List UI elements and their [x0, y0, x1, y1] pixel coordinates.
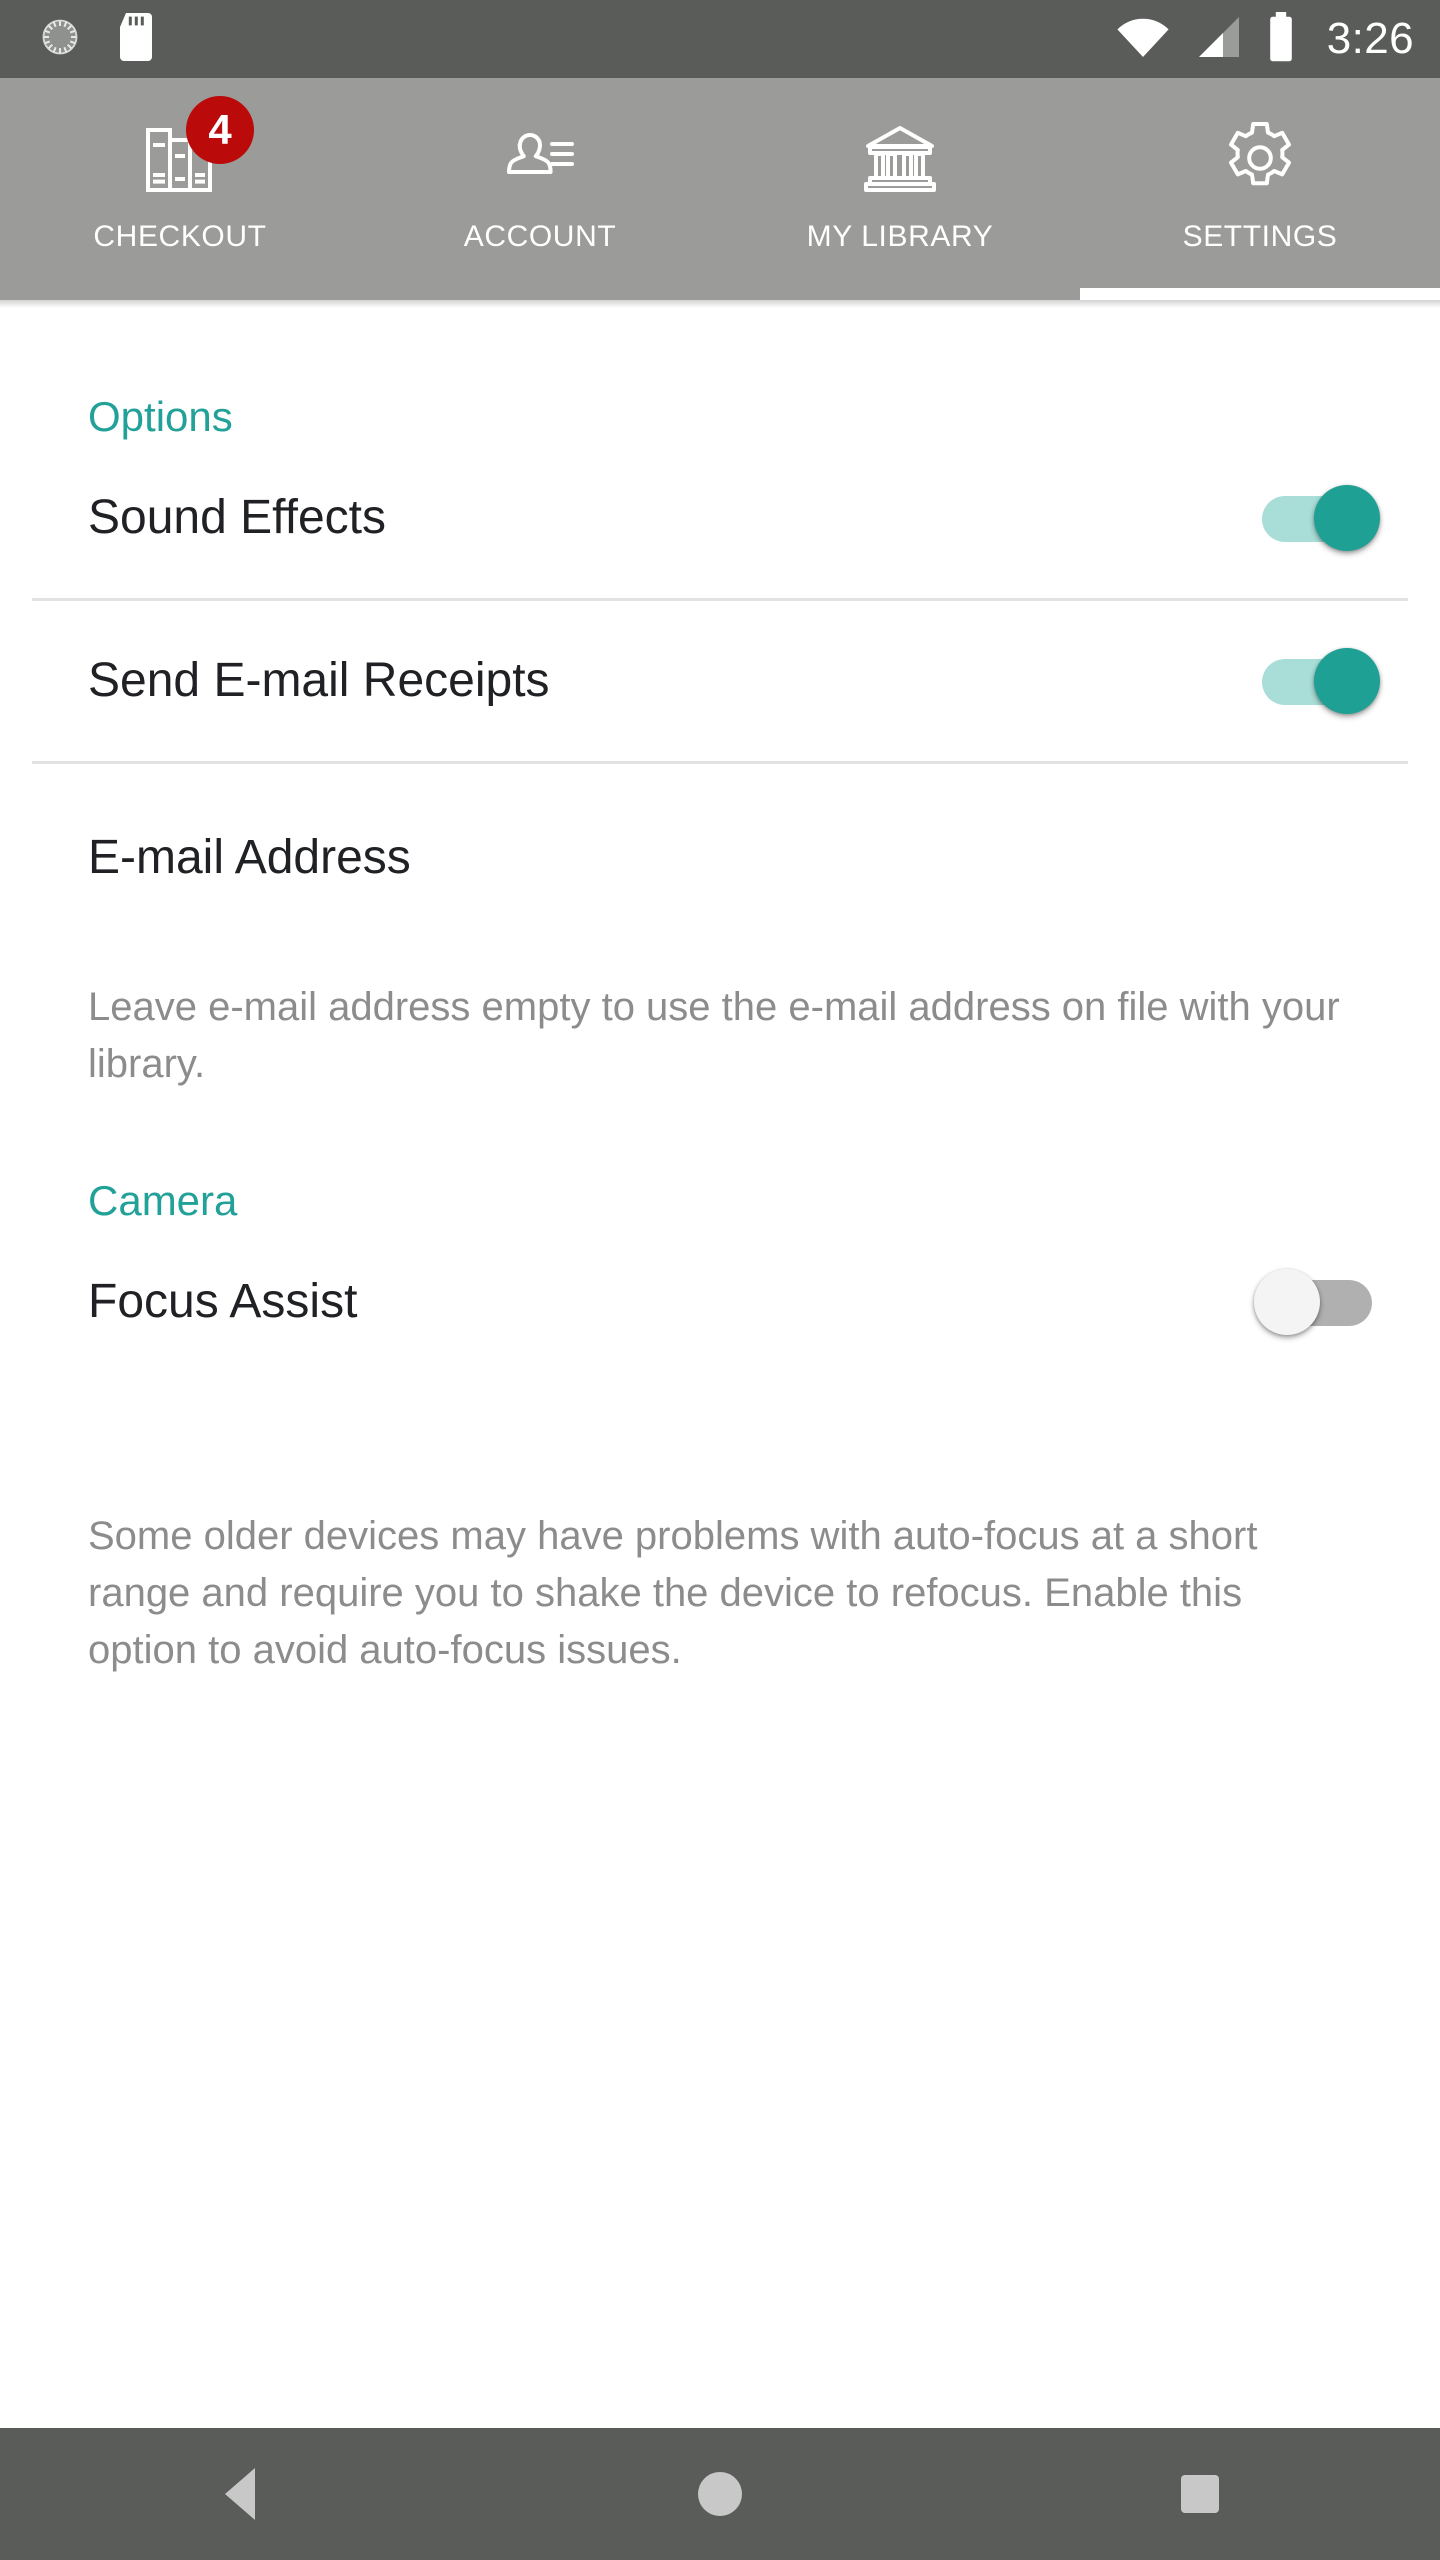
nav-home-button[interactable]	[630, 2428, 810, 2560]
app-screen: 3:26 4 CHECKOUT ACCOUNT MY LIBRARY SETTI…	[0, 0, 1440, 2560]
pref-title-send-email-receipts: Send E-mail Receipts	[88, 653, 550, 707]
nav-back-button[interactable]	[150, 2428, 330, 2560]
tab-settings[interactable]: SETTINGS	[1080, 78, 1440, 300]
switch-focus-assist[interactable]	[1254, 1266, 1378, 1338]
switch-thumb	[1314, 485, 1380, 551]
library-building-icon	[854, 112, 946, 209]
pref-row-send-email-receipts[interactable]: Send E-mail Receipts	[0, 601, 1440, 761]
tab-checkout-label: CHECKOUT	[93, 220, 267, 253]
tab-account-label: ACCOUNT	[463, 220, 617, 253]
back-triangle-icon	[225, 2468, 255, 2520]
tab-my-library-label: MY LIBRARY	[806, 220, 994, 253]
tab-checkout-icon-wrap: 4	[128, 96, 254, 212]
tab-my-library-icon-wrap	[848, 108, 952, 212]
status-bar: 3:26	[0, 0, 1440, 78]
tab-account[interactable]: ACCOUNT	[360, 78, 720, 300]
tab-bar-shadow	[0, 300, 1440, 308]
battery-icon	[1265, 11, 1297, 67]
email-address-input[interactable]	[88, 832, 1352, 939]
cellular-signal-icon	[1193, 15, 1243, 64]
focus-assist-help-text: Some older devices may have problems wit…	[88, 1514, 1258, 1672]
wifi-icon	[1115, 15, 1171, 64]
pref-row-sound-effects[interactable]: Sound Effects	[0, 438, 1440, 598]
pref-title-focus-assist: Focus Assist	[88, 1274, 358, 1328]
brightness-dial-icon	[38, 15, 82, 64]
nav-recents-button[interactable]	[1110, 2428, 1290, 2560]
tab-settings-label: SETTINGS	[1182, 220, 1338, 253]
switch-thumb	[1314, 648, 1380, 714]
status-bar-clock: 3:26	[1326, 14, 1414, 63]
system-navigation-bar	[0, 2428, 1440, 2560]
tab-settings-icon-wrap	[1208, 108, 1312, 212]
pref-title-sound-effects: Sound Effects	[88, 490, 386, 544]
settings-content: Options Sound Effects Send E-mail Receip…	[0, 308, 1440, 2428]
section-header-options: Options	[88, 393, 233, 440]
gear-icon	[1214, 112, 1306, 209]
section-header-camera: Camera	[88, 1177, 238, 1225]
status-bar-right-icons: 3:26	[1115, 11, 1414, 67]
switch-send-email-receipts[interactable]	[1256, 645, 1380, 717]
home-circle-icon	[698, 2472, 742, 2516]
person-card-icon	[494, 112, 586, 209]
tab-account-icon-wrap	[488, 108, 592, 212]
email-address-field-row[interactable]	[0, 764, 1440, 939]
recents-square-icon	[1181, 2475, 1219, 2513]
pref-row-focus-assist[interactable]: Focus Assist	[0, 1222, 1440, 1382]
tab-my-library[interactable]: MY LIBRARY	[720, 78, 1080, 300]
switch-thumb	[1254, 1269, 1320, 1336]
tab-bar: 4 CHECKOUT ACCOUNT MY LIBRARY SETTINGS	[0, 78, 1440, 300]
email-help-text: Leave e-mail address empty to use the e-…	[88, 984, 1340, 1086]
sd-card-icon	[116, 12, 156, 66]
checkout-badge: 4	[186, 96, 254, 164]
tab-checkout[interactable]: 4 CHECKOUT	[0, 78, 360, 300]
status-bar-left-icons	[38, 12, 156, 66]
switch-sound-effects[interactable]	[1256, 482, 1380, 554]
active-tab-indicator	[1080, 288, 1440, 300]
